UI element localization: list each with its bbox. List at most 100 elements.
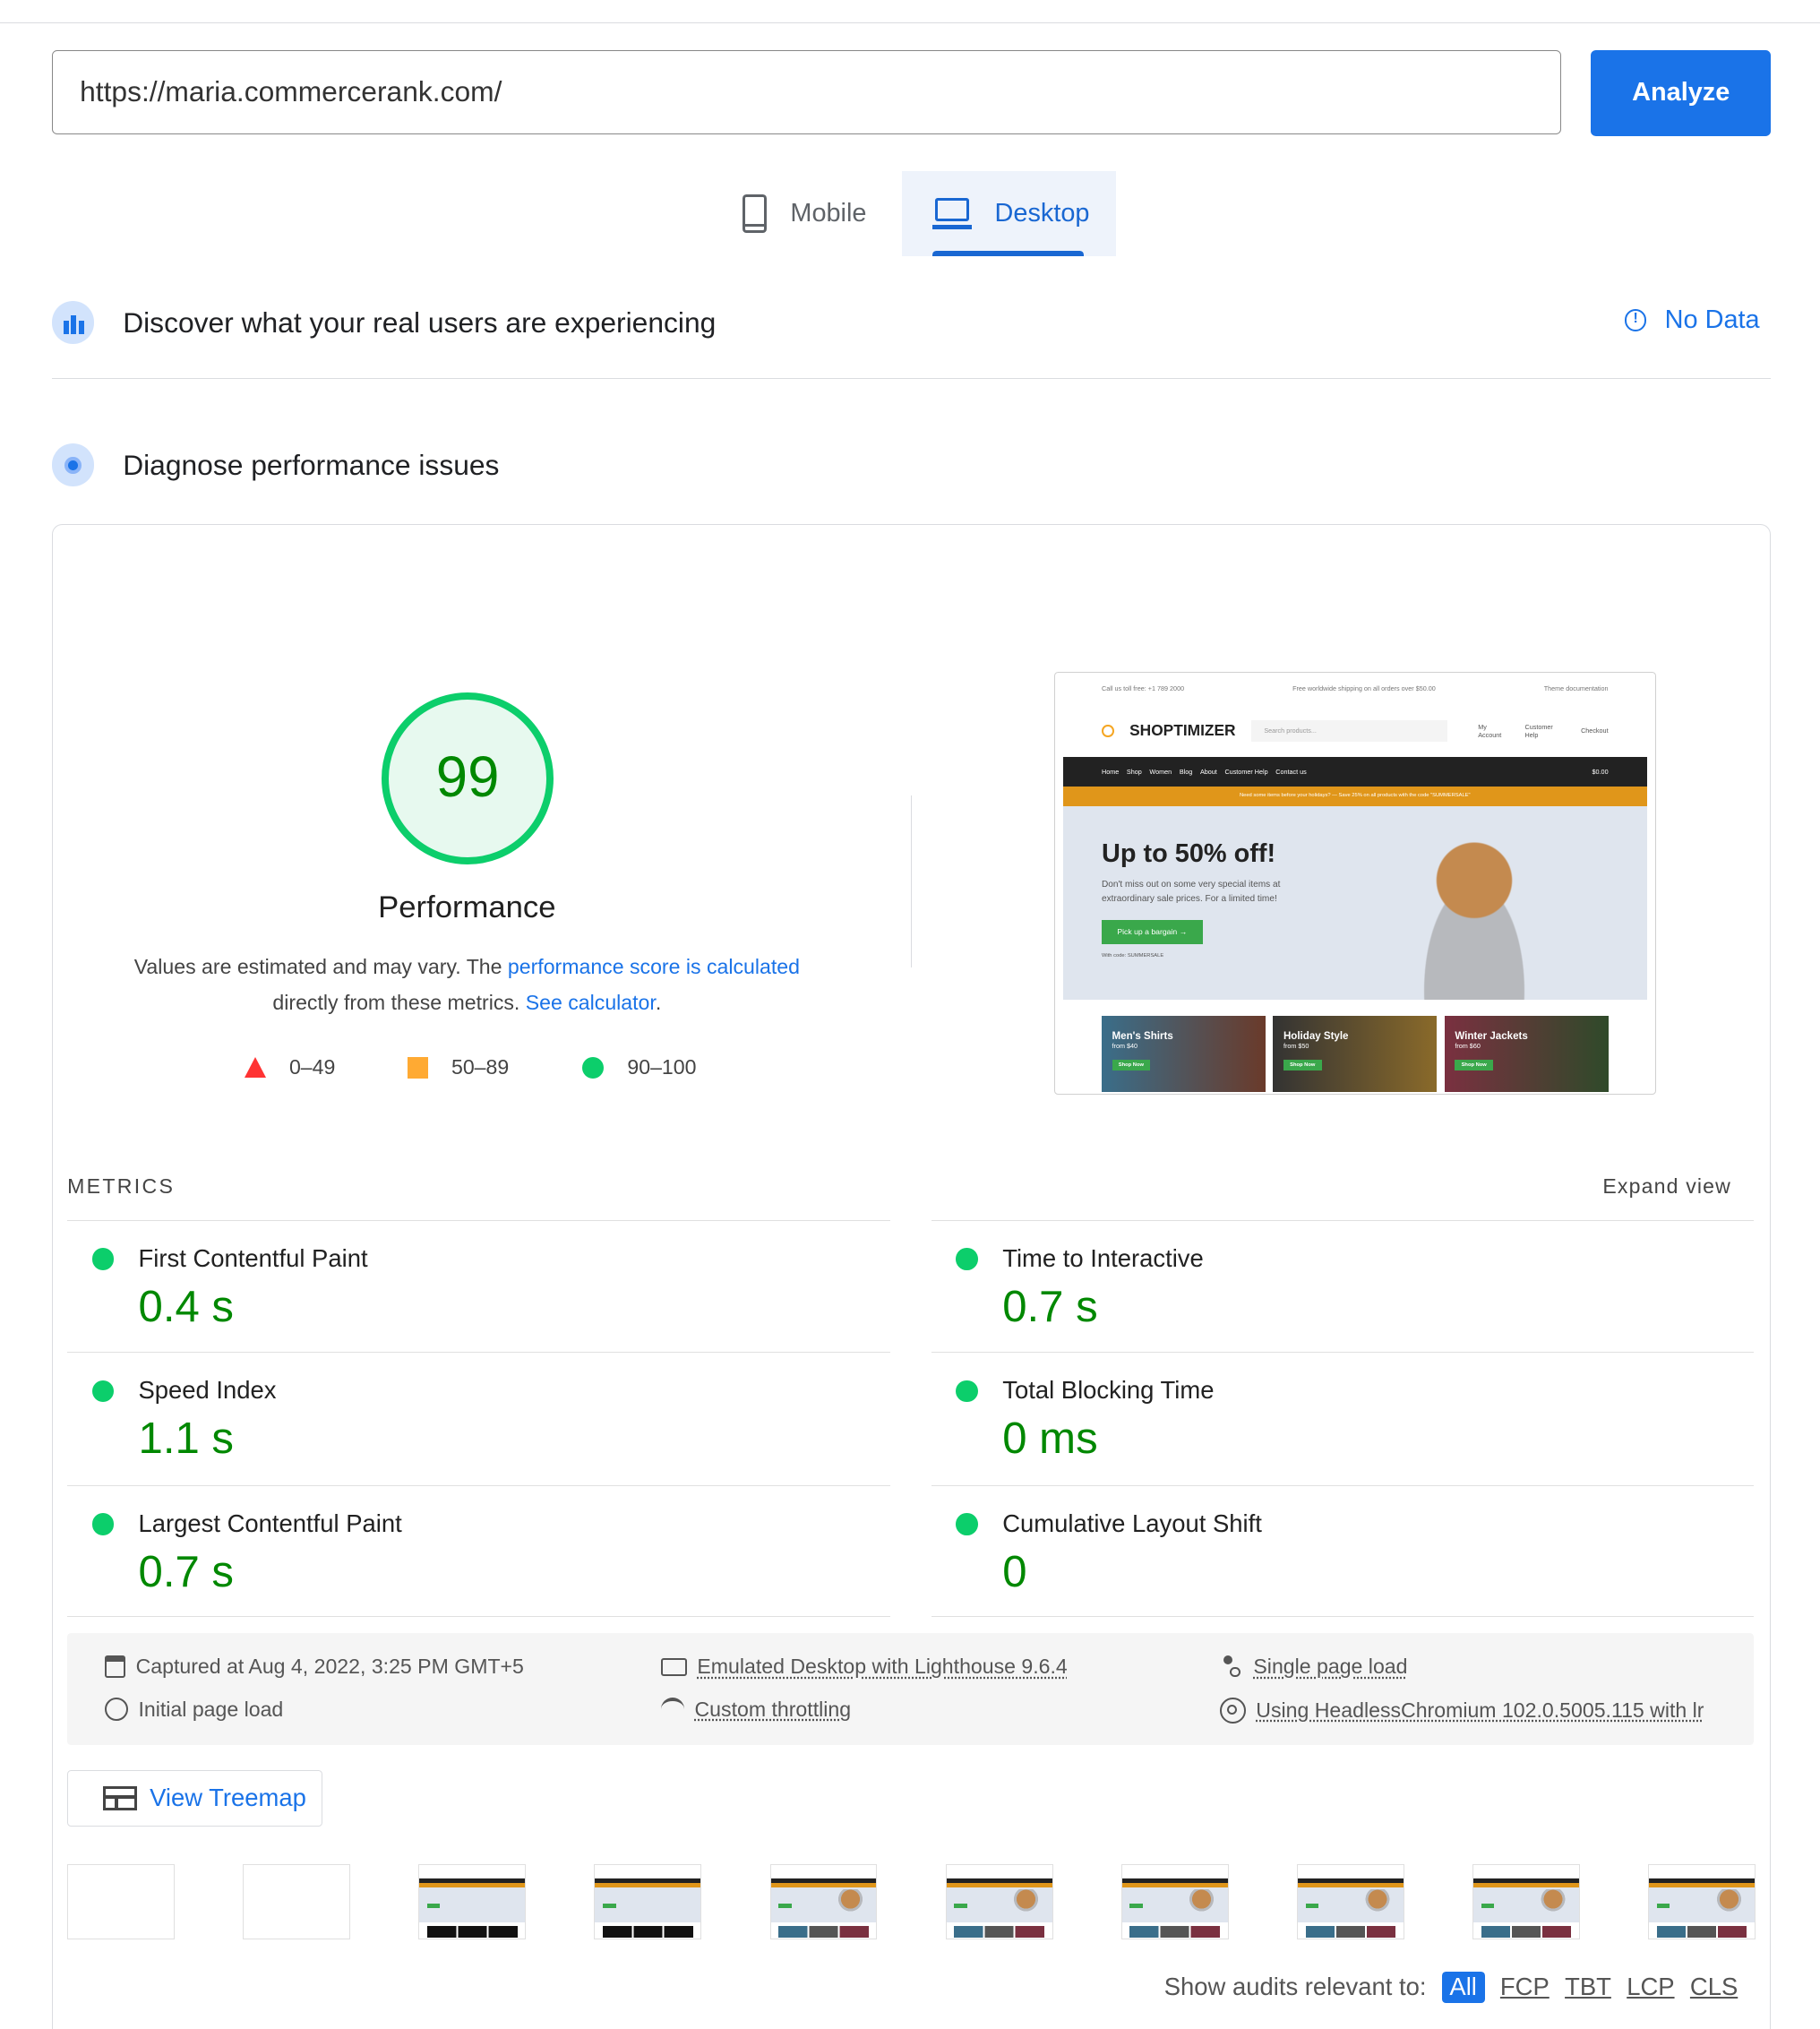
env-text: Initial page load — [138, 1697, 284, 1721]
preview-text: Contact us — [1275, 767, 1307, 776]
preview-search: Search products... — [1250, 720, 1447, 742]
preview-text: Call us toll free: +1 789 2000 — [1102, 683, 1185, 692]
metric-label: Largest Contentful Paint — [138, 1509, 402, 1537]
metric-label: Cumulative Layout Shift — [1002, 1509, 1262, 1537]
preview-text: Don't miss out on some very special item… — [1101, 880, 1281, 905]
preview-text: Checkout — [1581, 726, 1609, 735]
browser-item[interactable]: Using HeadlessChromium 102.0.5005.115 wi… — [1219, 1697, 1704, 1724]
single-load-item[interactable]: Single page load — [1220, 1655, 1407, 1679]
score-label: Performance — [378, 890, 556, 924]
env-text: Captured at Aug 4, 2022, 3:25 PM GMT+5 — [135, 1655, 524, 1679]
smartphone-icon — [742, 193, 768, 233]
filter-tbt[interactable]: TBT — [1565, 1973, 1611, 2001]
laptop-icon — [932, 197, 972, 229]
filter-all[interactable]: All — [1441, 1971, 1485, 2003]
legend-label: 90–100 — [627, 1055, 697, 1079]
score-calculated-link[interactable]: performance score is calculated — [508, 955, 800, 978]
see-calculator-link[interactable]: See calculator — [526, 991, 656, 1014]
metric-label: Speed Index — [138, 1376, 277, 1405]
preview-text: from $50 — [1283, 1041, 1309, 1050]
preview-button: Pick up a bargain → — [1101, 919, 1203, 944]
hero-person-image — [1396, 823, 1552, 1001]
preview-text: Free worldwide shipping on all orders ov… — [1292, 683, 1436, 692]
no-data-label: No Data — [1664, 305, 1760, 334]
filmstrip-frame — [1120, 1864, 1229, 1939]
pass-dot-icon — [956, 1513, 978, 1535]
radar-icon — [51, 443, 95, 487]
preview-text: Holiday Style — [1283, 1030, 1349, 1042]
filmstrip-frame — [418, 1864, 527, 1939]
preview-text: My Account — [1478, 722, 1502, 739]
pass-dot-icon — [91, 1248, 115, 1270]
preview-tile: Holiday Style from $50 Shop Now — [1273, 1015, 1438, 1092]
audit-filter-label: Show audits relevant to: — [1163, 1973, 1427, 2001]
preview-text: Theme documentation — [1543, 683, 1609, 692]
divider — [51, 377, 1772, 380]
metric-value: 0 — [1002, 1547, 1027, 1596]
tab-desktop[interactable]: Desktop — [901, 170, 1117, 256]
divider — [931, 1615, 1755, 1618]
metric-value: 1.1 s — [138, 1414, 234, 1464]
preview-text: Shop Now — [1283, 1060, 1322, 1071]
users-icon — [51, 301, 95, 345]
preview-text: Customer Help — [1224, 767, 1268, 776]
triangle-icon — [244, 1057, 266, 1079]
filter-lcp[interactable]: LCP — [1627, 1973, 1674, 2001]
treemap-label: View Treemap — [150, 1784, 306, 1812]
throttling-item[interactable]: Custom throttling — [660, 1698, 852, 1722]
analyze-button[interactable]: Analyze — [1591, 50, 1772, 136]
top-divider — [0, 21, 1820, 23]
preview-text: Customer Help — [1524, 722, 1553, 739]
metric-value: 0.4 s — [138, 1282, 234, 1331]
preview-promo: Need some items before your holidays? — … — [1062, 786, 1647, 806]
env-link[interactable]: Using HeadlessChromium 102.0.5005.115 wi… — [1256, 1698, 1704, 1723]
emulated-item[interactable]: Emulated Desktop with Lighthouse 9.6.4 — [660, 1655, 1068, 1679]
treemap-icon — [103, 1785, 137, 1811]
preview-text: $0.00 — [1592, 767, 1609, 776]
preview-logo: SHOPTIMIZER — [1129, 721, 1236, 740]
people-icon — [1220, 1655, 1243, 1679]
metric-value: 0.7 s — [138, 1547, 234, 1596]
metric-tti: Time to Interactive 0.7 s — [931, 1219, 1755, 1354]
legend-pass: 90–100 — [581, 1055, 697, 1079]
metric-label: First Contentful Paint — [138, 1243, 368, 1272]
preview-text: Men's Shirts — [1112, 1030, 1173, 1042]
score-gauge: 99 — [382, 692, 554, 864]
initial-load-item: Initial page load — [104, 1697, 284, 1722]
tab-label: Mobile — [790, 198, 867, 228]
metrics-heading: METRICS — [67, 1174, 176, 1199]
tab-mobile[interactable]: Mobile — [725, 171, 902, 256]
score-description: Values are estimated and may vary. The p… — [78, 949, 856, 1021]
metric-value: 0.7 s — [1002, 1282, 1098, 1331]
devices-icon — [660, 1657, 687, 1676]
preview-text: Blog — [1179, 767, 1193, 776]
filmstrip-frame — [1648, 1864, 1756, 1939]
filter-cls[interactable]: CLS — [1690, 1973, 1738, 2001]
filter-fcp[interactable]: FCP — [1500, 1973, 1550, 2001]
metric-lcp: Largest Contentful Paint 0.7 s — [67, 1484, 890, 1619]
env-link[interactable]: Emulated Desktop with Lighthouse 9.6.4 — [697, 1655, 1067, 1679]
metric-tbt: Total Blocking Time 0 ms — [931, 1352, 1755, 1485]
preview-text: from $60 — [1455, 1041, 1481, 1050]
section-title: Discover what your real users are experi… — [123, 305, 717, 339]
preview-hero-title: Up to 50% off! — [1101, 839, 1276, 869]
legend-label: 0–49 — [288, 1055, 336, 1079]
audit-filter: Show audits relevant to: All FCP TBT LCP… — [1163, 1971, 1738, 2003]
preview-text: Shop Now — [1112, 1060, 1151, 1071]
env-link[interactable]: Custom throttling — [695, 1698, 852, 1722]
preview-text: Women — [1149, 767, 1172, 776]
divider — [67, 1615, 890, 1618]
legend-fail: 0–49 — [244, 1055, 336, 1079]
signal-icon — [660, 1698, 684, 1721]
view-treemap-button[interactable]: View Treemap — [67, 1769, 322, 1827]
final-screenshot[interactable]: Call us toll free: +1 789 2000 Free world… — [1054, 671, 1656, 1095]
env-link[interactable]: Single page load — [1253, 1655, 1407, 1679]
expand-view-button[interactable]: Expand view — [1602, 1174, 1731, 1199]
tab-active-indicator — [932, 251, 1085, 256]
pass-dot-icon — [91, 1380, 115, 1403]
no-data-link[interactable]: ! No Data — [1624, 305, 1760, 335]
bolt-icon — [1102, 724, 1114, 738]
desc-text: Values are estimated and may vary. The — [133, 954, 508, 978]
filmstrip-frame — [1296, 1864, 1404, 1939]
url-input[interactable]: https://maria.commercerank.com/ — [51, 50, 1562, 135]
